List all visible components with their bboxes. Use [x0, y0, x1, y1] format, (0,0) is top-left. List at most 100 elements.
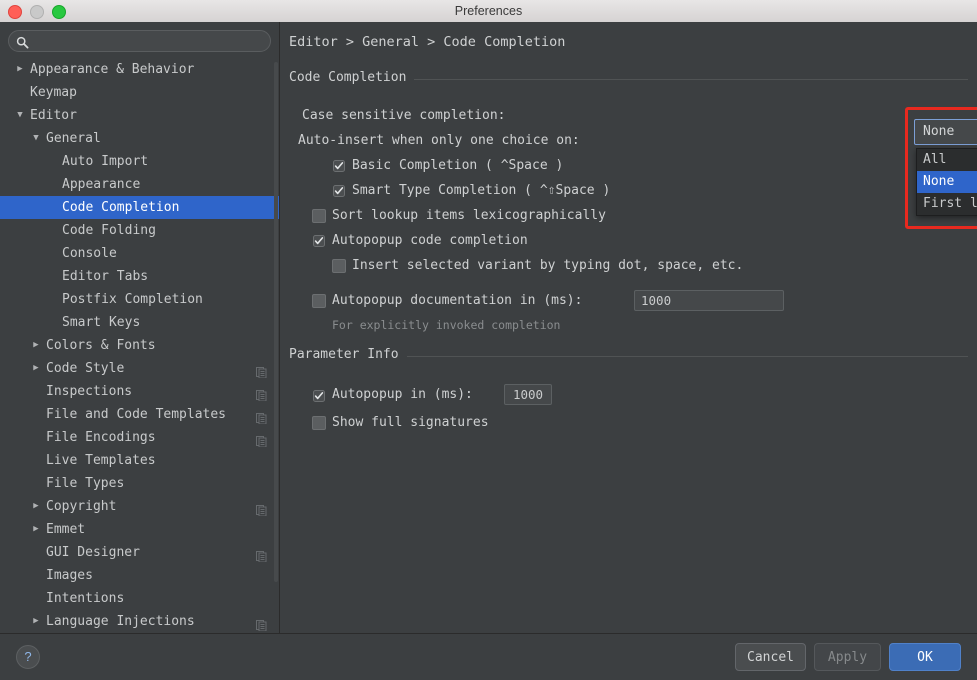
smart-type-completion-label: Smart Type Completion ( ^⇧Space ): [352, 183, 611, 198]
sidebar-item-copyright[interactable]: ▶ Copyright: [0, 495, 279, 518]
sidebar-item-editor[interactable]: ▼ Editor: [0, 104, 279, 127]
sidebar-item-label: GUI Designer: [46, 545, 140, 560]
sidebar-item-keymap[interactable]: Keymap: [0, 81, 279, 104]
sidebar-item-label: File Types: [46, 476, 125, 491]
sidebar-item-smart-keys[interactable]: Smart Keys: [0, 311, 279, 334]
sort-lookup-row[interactable]: Sort lookup items lexicographically: [280, 203, 977, 228]
sidebar-item-label: Colors & Fonts: [46, 338, 156, 353]
case-sensitive-label: Case sensitive completion:: [302, 108, 506, 123]
sidebar-item-file-types[interactable]: File Types: [0, 472, 279, 495]
insert-variant-checkbox[interactable]: [332, 259, 346, 273]
autopopup-doc-input[interactable]: [634, 290, 784, 311]
sidebar-item-postfix-completion[interactable]: Postfix Completion: [0, 288, 279, 311]
sidebar-item-console[interactable]: Console: [0, 242, 279, 265]
sidebar-item-label: Code Style: [46, 361, 125, 376]
sidebar-scrollbar[interactable]: [274, 62, 278, 582]
parameter-autopopup-label: Autopopup in (ms):: [332, 387, 473, 402]
sidebar-item-auto-import[interactable]: Auto Import: [0, 150, 279, 173]
chevron-down-icon[interactable]: ▼: [30, 127, 42, 150]
autopopup-doc-hint: For explicitly invoked completion: [332, 318, 561, 332]
sidebar-item-label: Code Completion: [62, 200, 180, 215]
sidebar-item-gui-designer[interactable]: GUI Designer: [0, 541, 279, 564]
ok-button[interactable]: OK: [889, 643, 961, 671]
breadcrumb: Editor > General > Code Completion: [289, 34, 566, 50]
sidebar-item-intentions[interactable]: Intentions: [0, 587, 279, 610]
autopopup-doc-hint-row: For explicitly invoked completion: [280, 316, 977, 334]
code-completion-section-header: Code Completion: [280, 70, 977, 88]
autopopup-code-checkbox[interactable]: [312, 234, 326, 248]
basic-completion-row[interactable]: Basic Completion ( ^Space ): [280, 153, 977, 178]
insert-variant-label: Insert selected variant by typing dot, s…: [352, 258, 744, 273]
chevron-down-icon[interactable]: ▼: [14, 104, 26, 127]
sidebar-item-label: Keymap: [30, 85, 77, 100]
sidebar-item-label: Editor: [30, 108, 77, 123]
dropdown-option-first-letter[interactable]: First letter: [917, 193, 977, 215]
smart-type-completion-checkbox[interactable]: [332, 184, 346, 198]
sidebar-item-label: Code Folding: [62, 223, 156, 238]
sidebar-item-appearance[interactable]: Appearance: [0, 173, 279, 196]
parameter-autopopup-checkbox[interactable]: [312, 389, 326, 403]
chevron-right-icon[interactable]: ▶: [14, 58, 26, 81]
autopopup-doc-checkbox[interactable]: [312, 294, 326, 308]
parameter-info-section: Parameter Info Autopopup in (ms): Show f…: [280, 347, 977, 435]
sidebar-item-label: Postfix Completion: [62, 292, 203, 307]
project-settings-icon: [256, 547, 267, 563]
auto-insert-label: Auto-insert when only one choice on:: [298, 133, 580, 148]
sidebar-item-label: Appearance & Behavior: [30, 62, 195, 77]
dropdown-option-all[interactable]: All: [917, 149, 977, 171]
sidebar-item-label: Language Injections: [46, 614, 195, 629]
sidebar-item-code-folding[interactable]: Code Folding: [0, 219, 279, 242]
project-settings-icon: [256, 616, 267, 632]
preferences-window: Preferences ▶ Appearance & Behavior Keymap…: [0, 0, 977, 680]
sidebar-item-colors-fonts[interactable]: ▶ Colors & Fonts: [0, 334, 279, 357]
sidebar-item-label: Copyright: [46, 499, 117, 514]
sidebar-item-images[interactable]: Images: [0, 564, 279, 587]
auto-insert-row: Auto-insert when only one choice on:: [280, 128, 977, 153]
sidebar-item-code-completion[interactable]: Code Completion: [0, 196, 279, 219]
window-body: ▶ Appearance & Behavior Keymap ▼ Editor ▼ Gene…: [0, 22, 977, 633]
insert-variant-row[interactable]: Insert selected variant by typing dot, s…: [280, 253, 977, 278]
sidebar-item-live-templates[interactable]: Live Templates: [0, 449, 279, 472]
sidebar-item-inspections[interactable]: Inspections: [0, 380, 279, 403]
footer-bar: ? Cancel Apply OK: [0, 633, 977, 680]
show-signatures-row[interactable]: Show full signatures: [280, 410, 977, 435]
chevron-right-icon[interactable]: ▶: [30, 495, 42, 518]
sidebar-item-label: Auto Import: [62, 154, 149, 169]
help-button[interactable]: ?: [16, 645, 40, 669]
sidebar-item-code-style[interactable]: ▶ Code Style: [0, 357, 279, 380]
cancel-button[interactable]: Cancel: [735, 643, 806, 671]
apply-button[interactable]: Apply: [814, 643, 881, 671]
project-settings-icon: [256, 409, 267, 425]
basic-completion-checkbox[interactable]: [332, 159, 346, 173]
sidebar-item-file-and-code-templates[interactable]: File and Code Templates: [0, 403, 279, 426]
dropdown-option-none[interactable]: None: [917, 171, 977, 193]
sidebar-item-label: File Encodings: [46, 430, 156, 445]
search-input[interactable]: [34, 32, 263, 50]
sidebar-item-general[interactable]: ▼ General: [0, 127, 279, 150]
sidebar-item-label: General: [46, 131, 101, 146]
sidebar-item-appearance-behavior[interactable]: ▶ Appearance & Behavior: [0, 58, 279, 81]
sidebar-item-editor-tabs[interactable]: Editor Tabs: [0, 265, 279, 288]
case-sensitive-combobox[interactable]: None: [914, 119, 977, 145]
parameter-autopopup-row[interactable]: Autopopup in (ms):: [280, 380, 977, 410]
case-sensitive-combobox-value: None: [923, 124, 955, 139]
chevron-right-icon[interactable]: ▶: [30, 357, 42, 380]
chevron-right-icon[interactable]: ▶: [30, 610, 42, 633]
search-icon: [16, 34, 29, 49]
show-signatures-checkbox[interactable]: [312, 416, 326, 430]
autopopup-code-row[interactable]: Autopopup code completion: [280, 228, 977, 253]
parameter-autopopup-input[interactable]: [504, 384, 552, 405]
sidebar-item-file-encodings[interactable]: File Encodings: [0, 426, 279, 449]
chevron-right-icon[interactable]: ▶: [30, 518, 42, 541]
chevron-right-icon[interactable]: ▶: [30, 334, 42, 357]
autopopup-doc-row[interactable]: Autopopup documentation in (ms):: [280, 286, 977, 316]
case-sensitive-row: Case sensitive completion:: [280, 103, 977, 128]
smart-type-completion-row[interactable]: Smart Type Completion ( ^⇧Space ): [280, 178, 977, 203]
search-field-wrapper: [8, 30, 271, 52]
settings-sidebar: ▶ Appearance & Behavior Keymap ▼ Editor ▼ Gene…: [0, 22, 280, 633]
project-settings-icon: [256, 432, 267, 448]
case-sensitive-dropdown-list[interactable]: AllNoneFirst letter: [916, 148, 977, 216]
sidebar-item-emmet[interactable]: ▶ Emmet: [0, 518, 279, 541]
sidebar-item-language-injections[interactable]: ▶ Language Injections: [0, 610, 279, 633]
sort-lookup-checkbox[interactable]: [312, 209, 326, 223]
